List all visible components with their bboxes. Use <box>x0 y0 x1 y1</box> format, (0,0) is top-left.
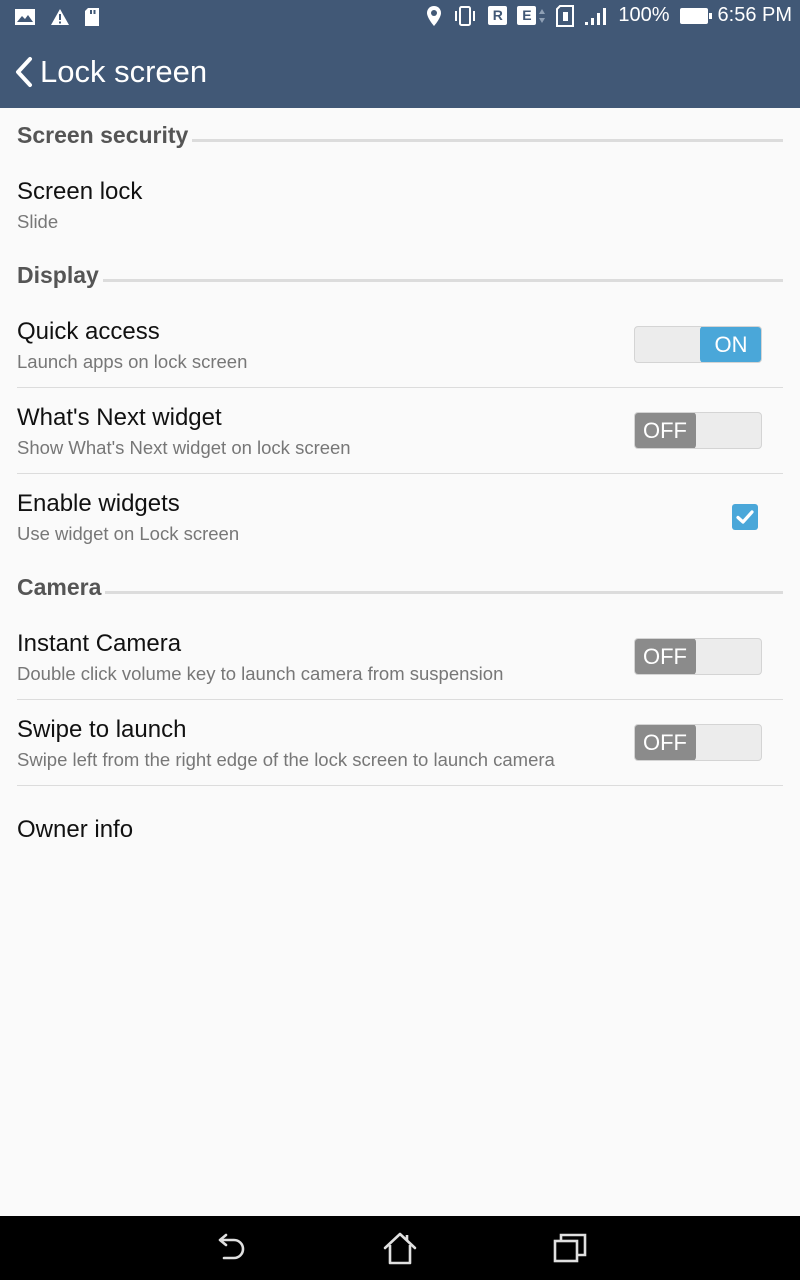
swipe-to-launch-toggle[interactable]: OFF <box>634 724 762 761</box>
setting-quick-access[interactable]: Quick access Launch apps on lock screen … <box>0 302 800 388</box>
chevron-left-icon <box>16 57 32 87</box>
setting-summary: Swipe left from the right edge of the lo… <box>17 749 555 770</box>
back-nav-icon <box>218 1233 245 1260</box>
r-chip-icon: R <box>488 6 508 25</box>
signal-icon <box>585 7 607 25</box>
home-nav-icon <box>383 1232 417 1265</box>
checkmark-icon <box>736 510 754 524</box>
setting-title: Enable widgets <box>17 490 180 517</box>
toggle-knob: OFF <box>635 639 696 674</box>
setting-title: Swipe to launch <box>17 716 187 743</box>
whats-next-toggle[interactable]: OFF <box>634 412 762 449</box>
warning-icon <box>51 9 69 25</box>
clock: 6:56 PM <box>717 4 792 26</box>
setting-title: Screen lock <box>17 178 143 205</box>
e-chip-icon: E <box>517 6 537 25</box>
quick-access-toggle[interactable]: ON <box>634 326 762 363</box>
location-icon <box>427 5 442 26</box>
instant-camera-toggle[interactable]: OFF <box>634 638 762 675</box>
setting-summary: Launch apps on lock screen <box>17 351 248 372</box>
sim1-icon <box>556 4 575 27</box>
vibrate-icon <box>455 5 476 26</box>
toggle-knob: OFF <box>635 413 696 448</box>
image-icon <box>15 9 35 25</box>
recents-nav-icon <box>553 1233 587 1263</box>
back-button[interactable]: Lock screen <box>14 52 207 92</box>
battery-icon <box>679 7 712 24</box>
setting-owner-info[interactable]: Owner info <box>0 786 800 872</box>
setting-enable-widgets[interactable]: Enable widgets Use widget on Lock screen <box>0 474 800 560</box>
nav-recents-button[interactable] <box>552 1230 588 1266</box>
setting-summary: Double click volume key to launch camera… <box>17 663 504 684</box>
section-divider <box>105 591 783 594</box>
section-label: Display <box>17 262 99 288</box>
toggle-knob: ON <box>700 327 761 362</box>
section-header-camera: Camera <box>17 574 783 601</box>
setting-swipe-to-launch[interactable]: Swipe to launch Swipe left from the righ… <box>0 700 800 786</box>
section-label: Screen security <box>17 122 189 148</box>
nav-home-button[interactable] <box>382 1230 418 1266</box>
section-divider <box>102 279 783 282</box>
setting-summary: Slide <box>17 211 59 232</box>
setting-summary: Use widget on Lock screen <box>17 523 240 544</box>
battery-percent: 100% <box>618 4 670 26</box>
setting-title: Quick access <box>17 318 160 345</box>
navigation-bar <box>0 1216 800 1280</box>
section-header-display: Display <box>17 262 783 289</box>
setting-title: Owner info <box>17 816 134 843</box>
section-divider <box>192 139 783 142</box>
nav-back-button[interactable] <box>212 1230 248 1266</box>
setting-instant-camera[interactable]: Instant Camera Double click volume key t… <box>0 614 800 700</box>
setting-summary: Show What's Next widget on lock screen <box>17 437 351 458</box>
section-header-screen-security: Screen security <box>17 122 783 149</box>
setting-whats-next-widget[interactable]: What's Next widget Show What's Next widg… <box>0 388 800 474</box>
enable-widgets-checkbox[interactable] <box>732 504 758 530</box>
action-bar: Lock screen <box>0 34 800 108</box>
section-label: Camera <box>17 574 102 600</box>
setting-title: Instant Camera <box>17 630 182 657</box>
toggle-knob: OFF <box>635 725 696 760</box>
status-bar: R E 100% 6:56 PM <box>0 0 800 34</box>
setting-screen-lock[interactable]: Screen lock Slide <box>0 162 800 244</box>
page-title: Lock screen <box>40 54 208 89</box>
sd-card-icon <box>85 8 99 26</box>
data-arrows-icon <box>539 8 546 23</box>
setting-title: What's Next widget <box>17 404 222 431</box>
